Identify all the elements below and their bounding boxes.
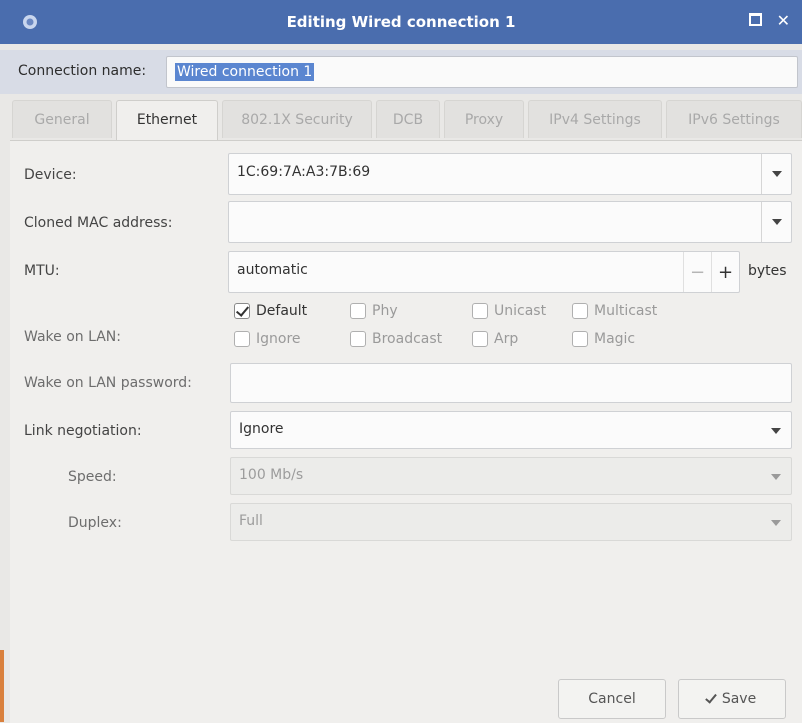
tab-ipv6-settings[interactable]: IPv6 Settings [666,100,802,138]
cloned-mac-label: Cloned MAC address: [24,215,173,231]
chevron-down-icon [771,219,782,225]
checkmark-icon [704,690,717,704]
wol-phy-label: Phy [372,303,398,319]
checkbox-icon [350,303,366,319]
save-button-label: Save [721,691,757,707]
checkbox-icon [472,303,488,319]
wol-multicast-checkbox[interactable]: Multicast [572,303,657,319]
checkbox-icon [234,331,250,347]
wake-on-lan-label: Wake on LAN: [24,329,121,345]
checkbox-icon [234,303,250,319]
wol-multicast-label: Multicast [594,303,658,319]
cancel-button[interactable]: Cancel [558,679,666,719]
connection-name-value: Wired connection 1 [175,63,315,81]
device-label: Device: [24,167,77,183]
checkbox-icon [472,331,488,347]
tab-proxy[interactable]: Proxy [444,100,524,138]
connection-name-input[interactable]: Wired connection 1 [166,56,798,88]
wol-default-checkbox[interactable]: Default [234,303,307,319]
mtu-unit: bytes [748,263,787,279]
app-icon [23,15,37,29]
chevron-down-icon [771,520,781,526]
link-negotiation-label: Link negotiation: [24,423,142,439]
cloned-mac-dropdown-button[interactable] [761,202,791,242]
connection-name-row: Connection name: Wired connection 1 [0,50,802,94]
window-title: Editing Wired connection 1 [286,13,516,31]
mtu-increment-button[interactable]: + [711,252,739,292]
tab-8021x-security[interactable]: 802.1X Security [222,100,372,138]
tab-ethernet[interactable]: Ethernet [116,100,218,141]
chevron-down-icon [771,474,781,480]
wol-broadcast-checkbox[interactable]: Broadcast [350,331,442,347]
speed-select[interactable]: 100 Mb/s [230,457,792,495]
wol-password-input[interactable] [230,363,792,403]
device-value: 1C:69:7A:A3:7B:69 [237,164,371,180]
background-edge [0,650,4,722]
wol-unicast-checkbox[interactable]: Unicast [472,303,546,319]
wol-broadcast-label: Broadcast [372,331,443,347]
wol-default-label: Default [256,303,308,319]
chevron-down-icon [771,171,782,177]
wol-arp-checkbox[interactable]: Arp [472,331,518,347]
link-negotiation-value: Ignore [239,421,284,437]
mtu-decrement-button[interactable]: − [683,252,711,292]
wol-arp-label: Arp [494,331,519,347]
link-negotiation-select[interactable]: Ignore [230,411,792,449]
maximize-icon [749,13,762,26]
tab-bar: General Ethernet 802.1X Security DCB Pro… [12,100,802,141]
tab-dcb[interactable]: DCB [376,100,440,138]
mtu-label: MTU: [24,263,60,279]
checkbox-icon [572,303,588,319]
mtu-spinbox[interactable]: automatic − + [228,251,740,293]
ethernet-panel: Device: 1C:69:7A:A3:7B:69 Cloned MAC add… [10,140,802,723]
duplex-select[interactable]: Full [230,503,792,541]
wol-magic-checkbox[interactable]: Magic [572,331,635,347]
tab-general[interactable]: General [12,100,112,138]
wol-unicast-label: Unicast [494,303,547,319]
tab-ipv4-settings[interactable]: IPv4 Settings [528,100,662,138]
wol-ignore-checkbox[interactable]: Ignore [234,331,301,347]
wol-ignore-label: Ignore [256,331,301,347]
device-combo[interactable]: 1C:69:7A:A3:7B:69 [228,153,792,195]
speed-label: Speed: [68,469,117,485]
close-button[interactable]: ✕ [777,10,790,32]
cloned-mac-combo[interactable] [228,201,792,243]
wol-magic-label: Magic [594,331,636,347]
device-dropdown-button[interactable] [761,154,791,194]
mtu-value: automatic [237,262,308,278]
maximize-button[interactable] [749,10,762,32]
duplex-value: Full [239,513,263,529]
checkbox-icon [572,331,588,347]
window-titlebar: Editing Wired connection 1 ✕ [0,0,802,44]
chevron-down-icon [771,428,781,434]
checkbox-icon [350,331,366,347]
speed-value: 100 Mb/s [239,467,304,483]
save-button[interactable]: Save [678,679,786,719]
connection-name-label: Connection name: [18,63,147,79]
cancel-button-label: Cancel [588,691,636,707]
wol-phy-checkbox[interactable]: Phy [350,303,398,319]
checkmark-icon [235,303,250,317]
duplex-label: Duplex: [68,515,122,531]
wol-password-label: Wake on LAN password: [24,375,192,391]
